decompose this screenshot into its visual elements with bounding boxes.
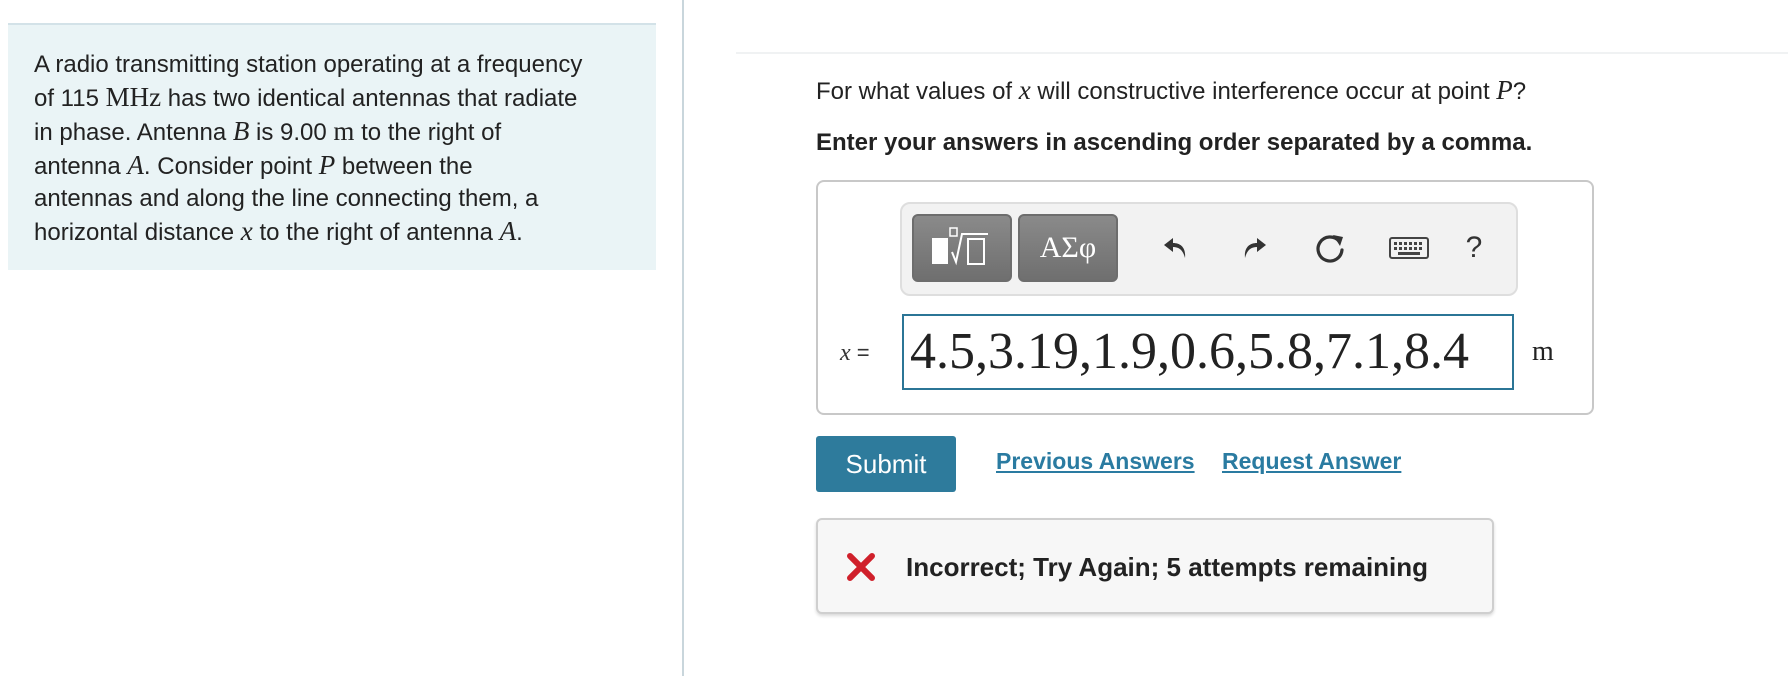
reset-button[interactable] [1306, 220, 1354, 276]
keyboard-button[interactable] [1380, 220, 1438, 276]
variable-a: A [127, 150, 144, 180]
variable-x: x [1018, 75, 1031, 105]
problem-text: to the right of antenna [252, 219, 500, 246]
problem-statement: A radio transmitting station operating a… [8, 23, 656, 270]
problem-text: antenna [34, 153, 128, 180]
problem-line-1: A radio transmitting station operating a… [34, 49, 632, 81]
problem-text: A radio transmitting station operating a… [34, 51, 583, 78]
answer-instruction: Enter your answers in ascending order se… [816, 129, 1533, 156]
templates-button[interactable] [912, 214, 1012, 282]
math-toolbar: ΑΣφ ? [900, 202, 1518, 296]
problem-line-3: in phase. Antenna B is 9.00 m to the rig… [34, 115, 632, 149]
variable-a: A [499, 216, 517, 246]
problem-text: to the right of [354, 119, 502, 146]
section-rule [736, 52, 1788, 54]
problem-line-6: horizontal distance x to the right of an… [34, 215, 632, 249]
unit-m: m [333, 116, 355, 146]
help-icon: ? [1465, 231, 1483, 264]
undo-icon [1164, 238, 1186, 258]
answer-variable-label: x = [840, 340, 870, 367]
problem-text: horizontal distance [34, 219, 241, 246]
unit-mhz: MHz [105, 82, 162, 112]
problem-text: . [516, 219, 523, 246]
variable-x: x [840, 340, 851, 366]
problem-text: is 9.00 [249, 119, 334, 146]
problem-text: between the [335, 153, 473, 180]
keyboard-icon [1389, 237, 1429, 259]
request-answer-link[interactable]: Request Answer [1222, 448, 1401, 475]
question-text: For what values of x will constructive i… [816, 74, 1526, 108]
variable-p: P [1496, 75, 1513, 105]
problem-line-2: of 115 MHz has two identical antennas th… [34, 81, 632, 115]
variable-x: x [240, 216, 253, 246]
variable-p: P [318, 150, 336, 180]
answer-input[interactable]: 4.5,3.19,1.9,0.6,5.8,7.1,8.4 [902, 314, 1514, 390]
answer-box: ΑΣφ ? x = 4.5,3.19,1.9,0.6,5.8,7.1,8.4 m [816, 180, 1594, 415]
problem-text: of 115 [34, 85, 106, 112]
reset-icon [1316, 235, 1344, 263]
templates-icon [932, 227, 988, 266]
problem-line-4: antenna A. Consider point P between the [34, 149, 632, 183]
question-part: For what values of [816, 78, 1019, 105]
incorrect-x-icon [847, 553, 875, 581]
greek-symbols-button[interactable]: ΑΣφ [1018, 214, 1118, 282]
problem-text: . Consider point [143, 153, 319, 180]
panel-divider [682, 0, 684, 676]
page: A radio transmitting station operating a… [0, 0, 1788, 676]
problem-text: in phase. Antenna [34, 119, 233, 146]
previous-answers-link[interactable]: Previous Answers [996, 448, 1195, 475]
submit-button[interactable]: Submit [816, 436, 956, 492]
help-button[interactable]: ? [1450, 220, 1498, 276]
feedback-message-box: Incorrect; Try Again; 5 attempts remaini… [816, 518, 1494, 614]
question-part: ? [1512, 78, 1527, 105]
problem-text: has two identical antennas that radiate [161, 85, 578, 112]
redo-icon [1244, 238, 1266, 258]
variable-b: B [232, 116, 250, 146]
answer-unit: m [1532, 336, 1554, 367]
problem-line-5: antennas and along the line connecting t… [34, 183, 632, 215]
greek-symbols-label: ΑΣφ [1039, 231, 1097, 264]
redo-button[interactable] [1230, 220, 1278, 276]
question-part: will constructive interference occur at … [1030, 78, 1497, 105]
equals-sign: = [850, 340, 870, 365]
feedback-text: Incorrect; Try Again; 5 attempts remaini… [906, 552, 1429, 582]
undo-button[interactable] [1152, 220, 1200, 276]
problem-text: antennas and along the line connecting t… [34, 185, 539, 212]
